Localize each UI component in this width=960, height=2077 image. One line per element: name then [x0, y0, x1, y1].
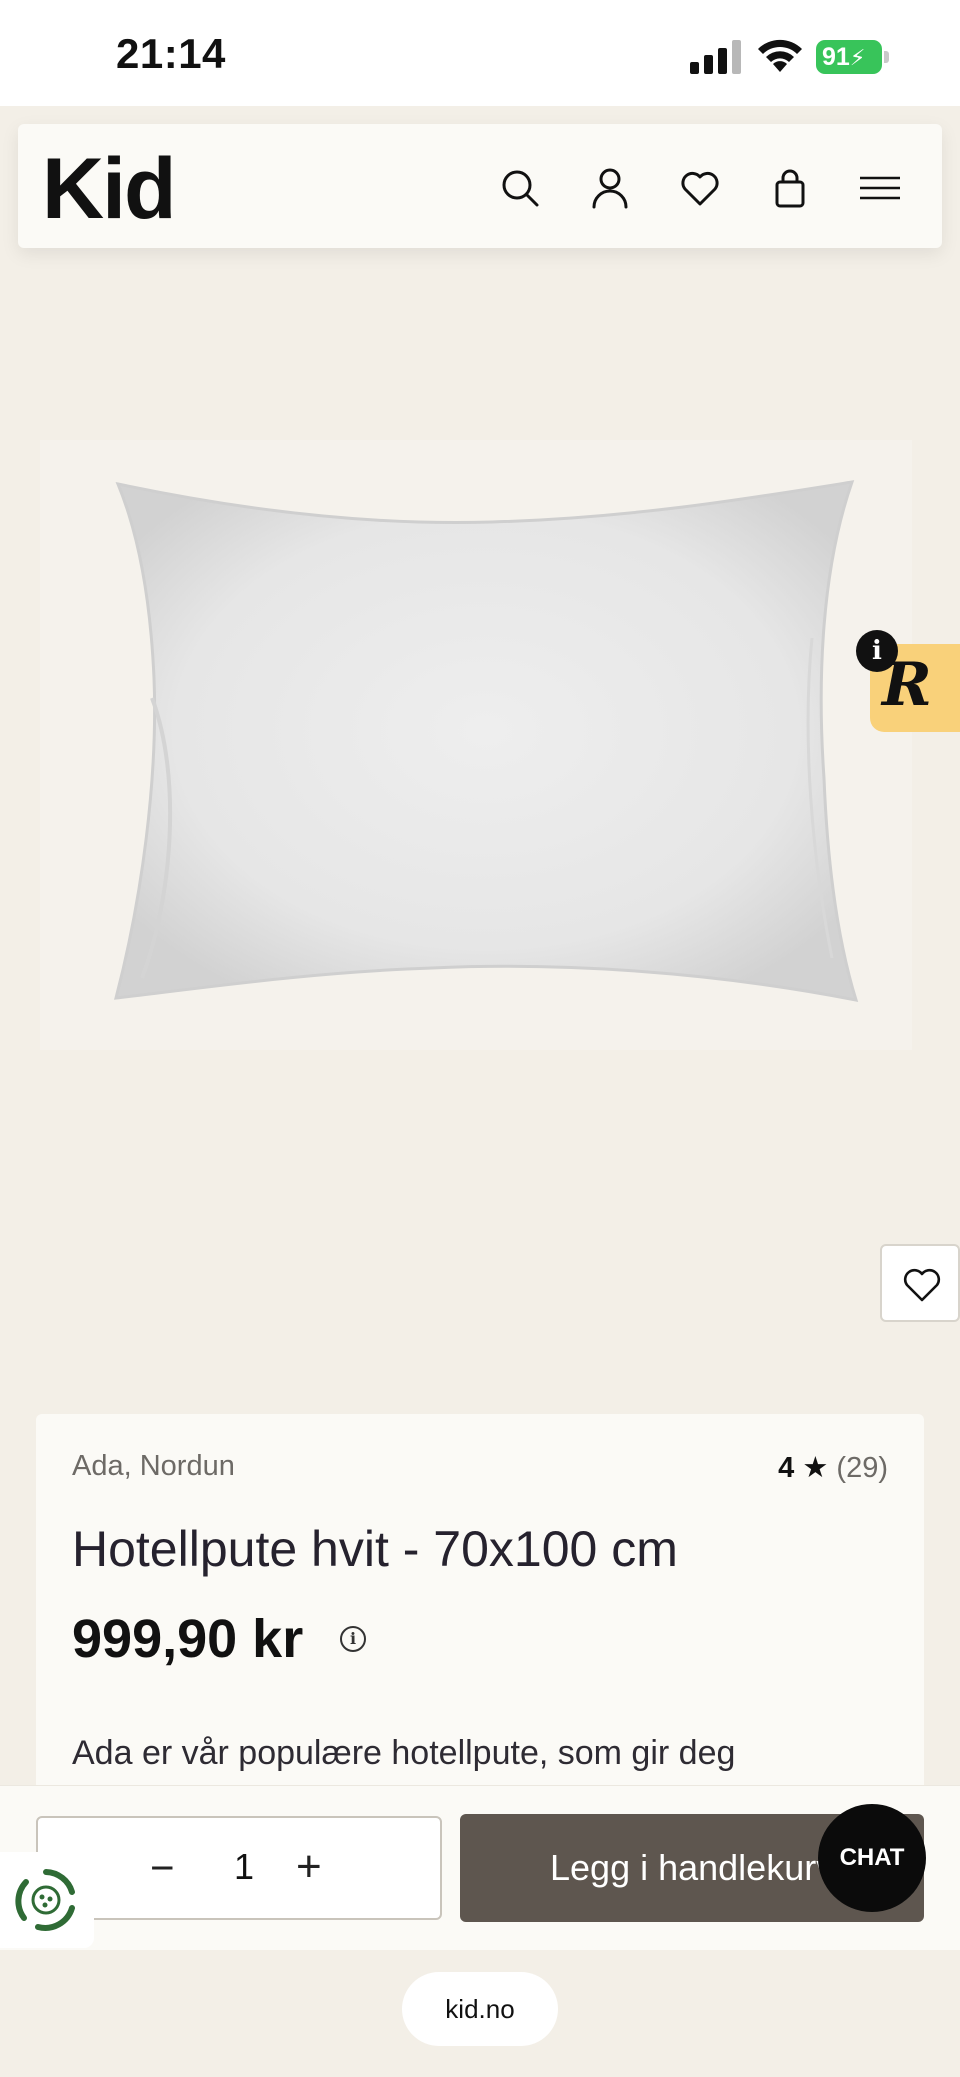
product-image-pillow[interactable]	[112, 478, 862, 1002]
add-to-cart-bar: − 1 + Legg i handlekurv CHAT	[0, 1785, 960, 1950]
account-icon[interactable]	[588, 166, 632, 210]
quantity-decrease-button[interactable]: −	[150, 1844, 175, 1892]
chat-button[interactable]: CHAT	[818, 1804, 926, 1912]
browser-url-pill[interactable]: kid.no	[402, 1972, 558, 2046]
product-price: 999,90 kr	[72, 1609, 304, 1669]
status-time: 21:14	[116, 30, 226, 77]
star-icon: ★	[802, 1452, 829, 1484]
heart-icon	[903, 1268, 941, 1302]
product-title: Hotellpute hvit - 70x100 cm	[72, 1521, 678, 1577]
reviews-info-icon[interactable]: i	[856, 630, 898, 672]
product-description: Ada er vår populære hotellpute, som gir …	[72, 1734, 736, 1772]
rating-score: 4	[778, 1452, 795, 1484]
site-header: Kid	[18, 124, 942, 248]
price-info-icon[interactable]: i	[340, 1626, 366, 1652]
battery-icon: 91⚡	[816, 40, 889, 74]
quantity-increase-button[interactable]: +	[296, 1842, 322, 1892]
product-rating[interactable]: 4 ★ (29)	[778, 1450, 888, 1485]
add-to-wishlist-button[interactable]	[880, 1244, 960, 1322]
menu-icon[interactable]	[858, 166, 902, 210]
quantity-stepper: − 1 +	[36, 1816, 442, 1920]
product-info-card: Ada, Nordun 4 ★ (29) Hotellpute hvit - 7…	[36, 1414, 924, 1814]
wifi-icon	[758, 39, 802, 72]
kid-logo[interactable]: Kid	[42, 140, 177, 239]
status-bar: 21:14 91⚡	[0, 0, 960, 106]
battery-level: 91	[822, 43, 850, 71]
product-brand[interactable]: Ada, Nordun	[72, 1450, 235, 1483]
rating-count: (29)	[836, 1452, 888, 1484]
search-icon[interactable]	[498, 166, 542, 210]
wishlist-icon[interactable]	[678, 166, 722, 210]
quantity-value[interactable]: 1	[234, 1846, 254, 1888]
cart-icon[interactable]	[768, 166, 812, 210]
recycle-leaf-icon	[15, 1869, 75, 1931]
eco-badge[interactable]	[0, 1852, 94, 1948]
signal-icon	[690, 40, 741, 74]
